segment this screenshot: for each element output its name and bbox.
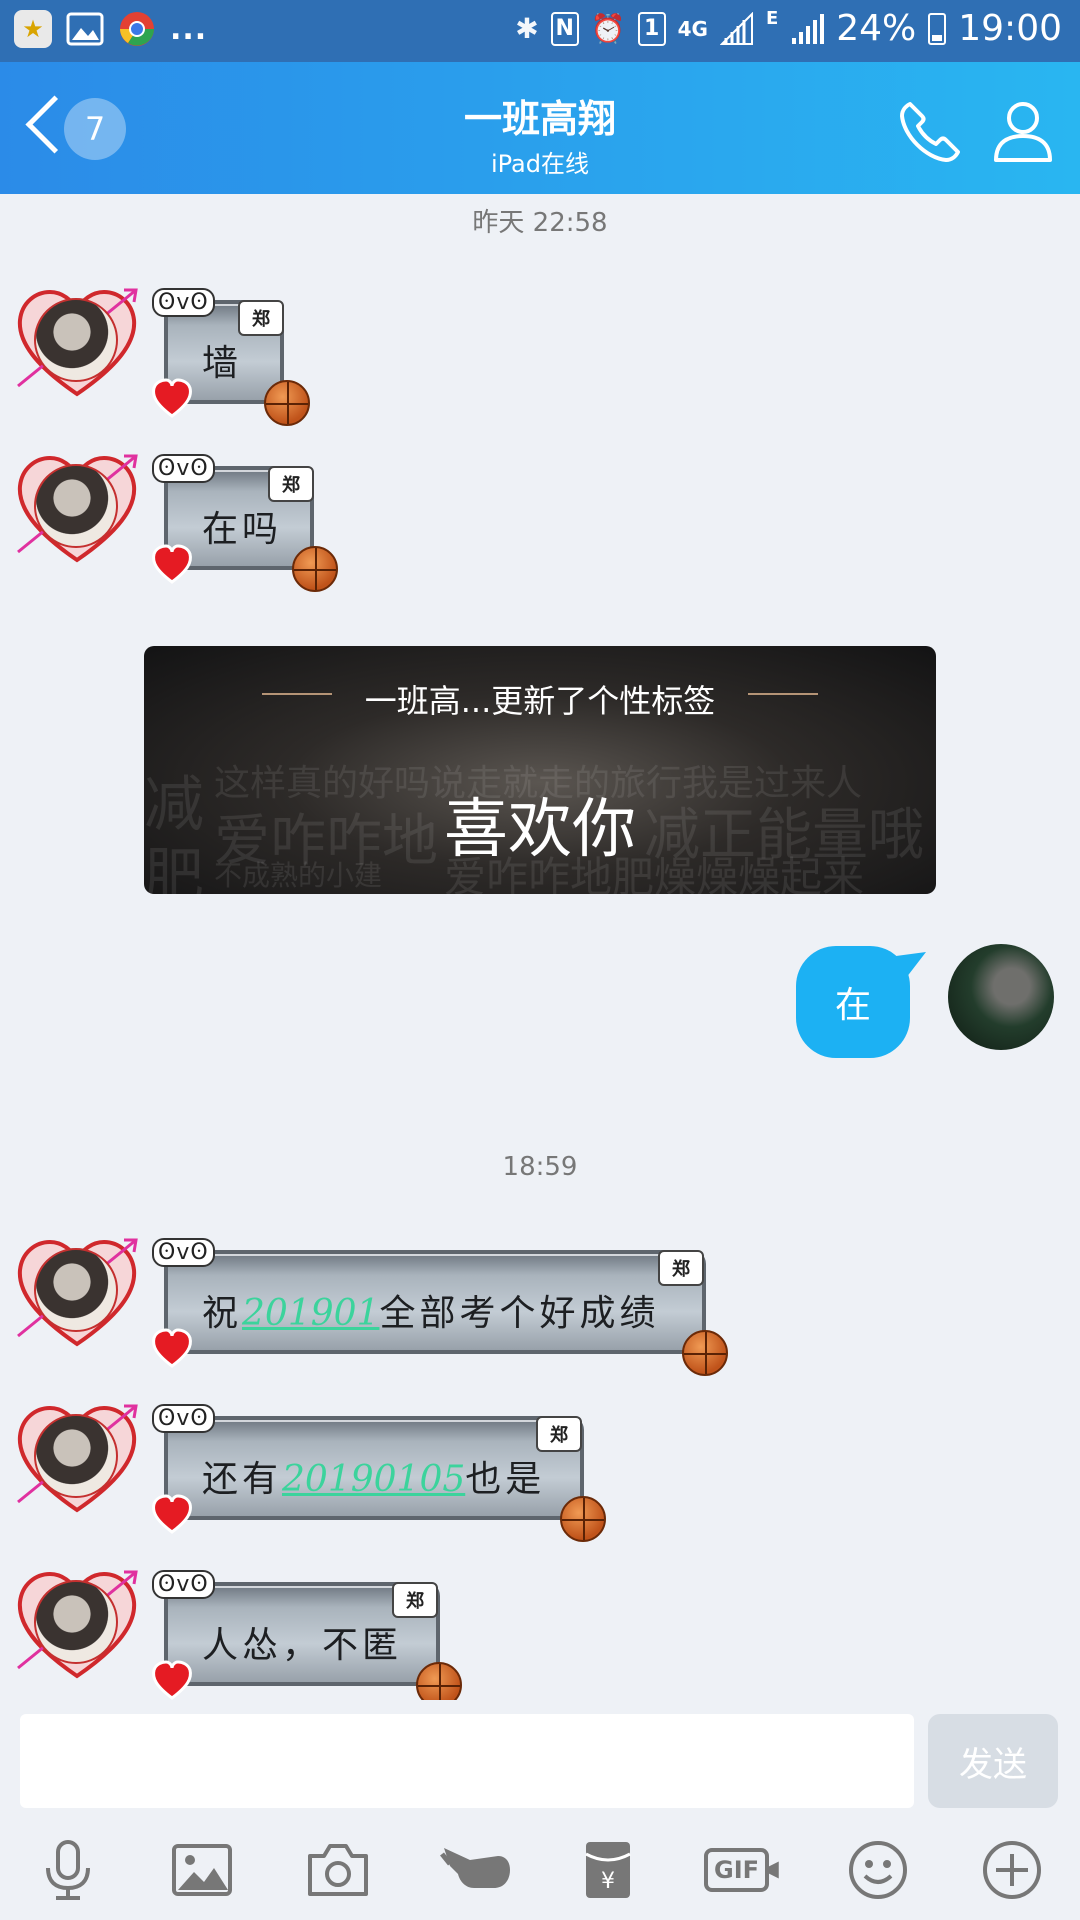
signature-text: 喜欢你	[444, 793, 636, 867]
heart-sticker-icon	[152, 378, 192, 418]
alarm-icon: ⏰	[590, 12, 626, 45]
message-input[interactable]	[20, 1714, 914, 1808]
chat-toolbar: ¥ GIF	[0, 1820, 1080, 1920]
avatar-photo	[34, 464, 118, 548]
sender-tag: 郑	[536, 1416, 582, 1452]
eyes-sticker-icon: ʘvʘ	[152, 454, 215, 483]
phone-icon[interactable]	[896, 98, 964, 166]
svg-text:¥: ¥	[601, 1869, 615, 1894]
message-text: 祝201901全部考个好成绩	[202, 1293, 660, 1334]
chat-header: 7 一班高翔 iPad在线	[0, 62, 1080, 194]
avatar-photo	[34, 298, 118, 382]
system-indicators: ✱ N ⏰ 1 4G E 24% 19:00	[515, 8, 1062, 49]
eyes-sticker-icon: ʘvʘ	[152, 1570, 215, 1599]
signature-card-title: 一班高...更新了个性标签	[364, 682, 716, 720]
profile-icon[interactable]	[990, 98, 1056, 164]
heart-sticker-icon	[152, 1660, 192, 1700]
eyes-sticker-icon: ʘvʘ	[152, 288, 215, 317]
gif-icon[interactable]: GIF	[704, 1838, 780, 1902]
status-bar: ★ ... ✱ N ⏰ 1 4G E 24% 19:00	[0, 0, 1080, 62]
clock: 19:00	[958, 8, 1062, 49]
timestamp: 昨天 22:58	[472, 208, 608, 238]
send-button[interactable]: 发送	[928, 1714, 1058, 1808]
bubble-tail	[896, 952, 926, 978]
message-bubble[interactable]: ʘvʘ 郑 还有20190105也是	[152, 1404, 606, 1542]
avatar-photo	[34, 1580, 118, 1664]
message-text: 墙	[202, 343, 243, 384]
eyes-sticker-icon: ʘvʘ	[152, 1404, 215, 1433]
sender-tag: 郑	[392, 1582, 438, 1618]
basketball-icon	[560, 1496, 606, 1542]
poke-icon[interactable]	[440, 1838, 516, 1902]
message-text: 还有20190105也是	[202, 1459, 546, 1500]
sim-icon: 1	[637, 11, 666, 46]
message-bubble[interactable]: ʘvʘ 郑 人怂，不匿	[152, 1570, 462, 1708]
message-bubble[interactable]: ʘvʘ 郑 墙	[152, 288, 310, 426]
signature-update-card[interactable]: 这样真的好吗说走就走的旅行我是过来人 减 爱咋咋地 减正能量哦 肥 不成熟的小建…	[144, 646, 936, 894]
sender-avatar[interactable]	[10, 1552, 140, 1682]
message-bubble[interactable]: ʘvʘ 郑 祝201901全部考个好成绩	[152, 1238, 728, 1376]
edge-indicator: E	[765, 8, 779, 29]
red-packet-icon[interactable]: ¥	[576, 1838, 640, 1902]
number-link[interactable]: 201901	[242, 1293, 379, 1334]
sender-avatar[interactable]	[10, 270, 140, 400]
image-icon[interactable]	[170, 1838, 234, 1902]
message-bubble[interactable]: ʘvʘ 郑 在吗	[152, 454, 338, 592]
message-text: 人怂，不匿	[202, 1625, 403, 1666]
signal-2-icon	[792, 13, 825, 44]
timestamp: 18:59	[502, 1152, 578, 1182]
battery-icon	[928, 12, 947, 45]
signal-icon	[719, 11, 753, 45]
nfc-icon: N	[550, 11, 579, 46]
sender-avatar[interactable]	[10, 436, 140, 566]
notification-icons: ★ ...	[14, 10, 207, 48]
basketball-icon	[264, 380, 310, 426]
network-type: 4G	[677, 16, 708, 41]
eyes-sticker-icon: ʘvʘ	[152, 1238, 215, 1267]
sender-avatar[interactable]	[10, 1386, 140, 1516]
heart-sticker-icon	[152, 1328, 192, 1368]
avatar-photo	[34, 1248, 118, 1332]
number-link[interactable]: 20190105	[282, 1459, 465, 1500]
message-text: 在吗	[202, 509, 283, 550]
outgoing-message-bubble[interactable]: 在	[796, 946, 910, 1058]
sender-tag: 郑	[658, 1250, 704, 1286]
my-avatar[interactable]	[948, 944, 1054, 1050]
input-bar: 发送	[0, 1700, 1080, 1820]
bluetooth-icon: ✱	[515, 12, 539, 45]
heart-sticker-icon	[152, 544, 192, 584]
avatar-photo	[34, 1414, 118, 1498]
app-star-icon: ★	[14, 10, 52, 48]
basketball-icon	[682, 1330, 728, 1376]
plus-icon[interactable]	[980, 1838, 1044, 1902]
more-notifications: ...	[170, 11, 208, 47]
mic-icon[interactable]	[36, 1838, 100, 1902]
sender-tag: 郑	[238, 300, 284, 336]
sender-avatar[interactable]	[10, 1220, 140, 1350]
gallery-notification-icon	[66, 12, 104, 46]
heart-sticker-icon	[152, 1494, 192, 1534]
sender-tag: 郑	[268, 466, 314, 502]
chrome-notification-icon	[120, 12, 154, 46]
emoji-icon[interactable]	[846, 1838, 910, 1902]
camera-icon[interactable]	[306, 1838, 370, 1902]
basketball-icon	[292, 546, 338, 592]
battery-percent: 24%	[836, 8, 917, 49]
